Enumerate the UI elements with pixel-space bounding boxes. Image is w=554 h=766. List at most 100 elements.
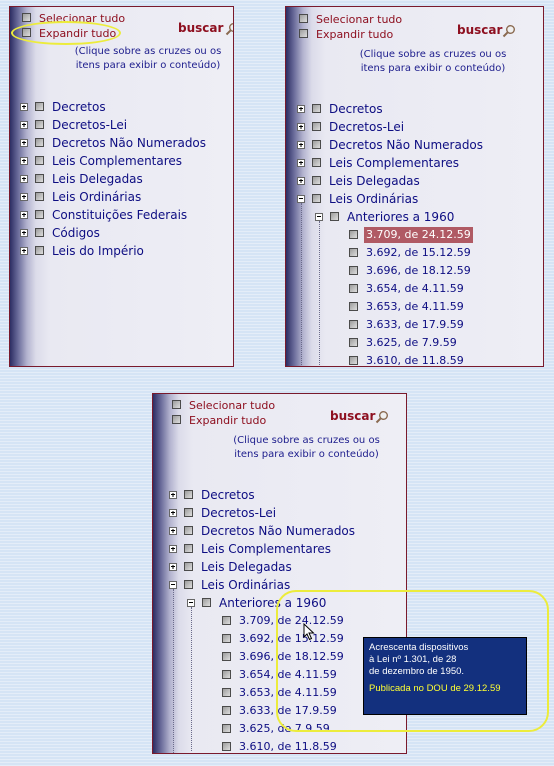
expand-plus-icon[interactable]	[20, 103, 28, 111]
category-checkbox[interactable]	[35, 138, 44, 147]
category-checkbox[interactable]	[184, 580, 193, 589]
category-checkbox[interactable]	[35, 192, 44, 201]
category-label[interactable]: Códigos	[52, 225, 100, 241]
law-checkbox[interactable]	[349, 230, 358, 239]
law-checkbox[interactable]	[222, 652, 231, 661]
category-label[interactable]: Decretos Não Numerados	[52, 135, 206, 151]
expand-plus-icon[interactable]	[20, 229, 28, 237]
category-label[interactable]: Decretos Não Numerados	[201, 523, 355, 539]
search-label[interactable]: buscar	[178, 21, 223, 35]
category-checkbox[interactable]	[35, 228, 44, 237]
law-label[interactable]: 3.625, de 7.9.59	[366, 335, 457, 351]
law-checkbox[interactable]	[349, 356, 358, 365]
category-label[interactable]: Leis Ordinárias	[201, 577, 290, 593]
category-checkbox[interactable]	[312, 122, 321, 131]
category-checkbox[interactable]	[184, 544, 193, 553]
expand-plus-icon[interactable]	[20, 175, 28, 183]
expand-plus-icon[interactable]	[169, 509, 177, 517]
category-checkbox[interactable]	[35, 174, 44, 183]
category-checkbox[interactable]	[184, 508, 193, 517]
category-label[interactable]: Constituições Federais	[52, 207, 187, 223]
category-checkbox[interactable]	[35, 246, 44, 255]
select-all-label[interactable]: Selecionar tudo	[316, 13, 402, 26]
expand-plus-icon[interactable]	[297, 177, 305, 185]
law-checkbox[interactable]	[222, 616, 231, 625]
law-checkbox[interactable]	[349, 284, 358, 293]
expand-plus-icon[interactable]	[297, 159, 305, 167]
subgroup-checkbox[interactable]	[330, 212, 339, 221]
expand-plus-icon[interactable]	[20, 193, 28, 201]
law-checkbox[interactable]	[222, 742, 231, 751]
law-checkbox[interactable]	[349, 248, 358, 257]
law-label[interactable]: 3.633, de 17.9.59	[366, 317, 464, 333]
expand-plus-icon[interactable]	[297, 141, 305, 149]
expand-plus-icon[interactable]	[169, 527, 177, 535]
category-checkbox[interactable]	[312, 104, 321, 113]
law-label[interactable]: 3.610, de 11.8.59	[239, 739, 337, 753]
collapse-minus-icon[interactable]	[315, 213, 323, 221]
search-button[interactable]: buscar	[330, 409, 388, 424]
expand-all-checkbox[interactable]	[172, 415, 181, 424]
law-label[interactable]: 3.709, de 24.12.59	[364, 227, 473, 243]
expand-plus-icon[interactable]	[297, 123, 305, 131]
expand-plus-icon[interactable]	[169, 491, 177, 499]
category-label[interactable]: Decretos-Lei	[52, 117, 127, 133]
category-checkbox[interactable]	[35, 102, 44, 111]
expand-all-label[interactable]: Expandir tudo	[316, 28, 393, 41]
collapse-minus-icon[interactable]	[187, 599, 195, 607]
law-label[interactable]: 3.653, de 4.11.59	[366, 299, 464, 315]
expand-plus-icon[interactable]	[20, 121, 28, 129]
search-label[interactable]: buscar	[457, 23, 502, 37]
law-label[interactable]: 3.610, de 11.8.59	[366, 353, 464, 366]
law-checkbox[interactable]	[349, 338, 358, 347]
category-label[interactable]: Leis do Império	[52, 243, 144, 259]
expand-plus-icon[interactable]	[20, 139, 28, 147]
select-all-checkbox[interactable]	[172, 400, 181, 409]
collapse-minus-icon[interactable]	[297, 195, 305, 203]
category-label[interactable]: Decretos-Lei	[201, 505, 276, 521]
law-checkbox[interactable]	[349, 266, 358, 275]
law-label[interactable]: 3.654, de 4.11.59	[366, 281, 464, 297]
expand-plus-icon[interactable]	[169, 545, 177, 553]
select-all-checkbox[interactable]	[299, 14, 308, 23]
law-checkbox[interactable]	[222, 724, 231, 733]
category-label[interactable]: Leis Delegadas	[329, 173, 420, 189]
law-checkbox[interactable]	[222, 634, 231, 643]
category-label[interactable]: Leis Ordinárias	[329, 191, 418, 207]
category-label[interactable]: Leis Complementares	[201, 541, 331, 557]
category-checkbox[interactable]	[184, 490, 193, 499]
category-label[interactable]: Decretos	[201, 487, 255, 503]
category-checkbox[interactable]	[184, 562, 193, 571]
category-checkbox[interactable]	[35, 156, 44, 165]
category-label[interactable]: Leis Ordinárias	[52, 189, 141, 205]
expand-plus-icon[interactable]	[20, 211, 28, 219]
law-checkbox[interactable]	[222, 688, 231, 697]
category-label[interactable]: Decretos Não Numerados	[329, 137, 483, 153]
category-label[interactable]: Leis Complementares	[329, 155, 459, 171]
category-label[interactable]: Decretos	[52, 99, 106, 115]
subgroup-label[interactable]: Anteriores a 1960	[347, 209, 454, 225]
select-all-checkbox[interactable]	[22, 13, 31, 22]
category-label[interactable]: Leis Delegadas	[52, 171, 143, 187]
law-checkbox[interactable]	[222, 670, 231, 679]
expand-plus-icon[interactable]	[169, 563, 177, 571]
subgroup-checkbox[interactable]	[202, 598, 211, 607]
search-button[interactable]: buscar	[457, 23, 515, 38]
law-checkbox[interactable]	[349, 320, 358, 329]
category-label[interactable]: Leis Delegadas	[201, 559, 292, 575]
law-label[interactable]: 3.696, de 18.12.59	[366, 263, 471, 279]
expand-plus-icon[interactable]	[297, 105, 305, 113]
law-checkbox[interactable]	[222, 706, 231, 715]
category-checkbox[interactable]	[312, 158, 321, 167]
select-all-label[interactable]: Selecionar tudo	[189, 399, 275, 412]
collapse-minus-icon[interactable]	[169, 581, 177, 589]
category-checkbox[interactable]	[184, 526, 193, 535]
category-label[interactable]: Leis Complementares	[52, 153, 182, 169]
category-checkbox[interactable]	[312, 140, 321, 149]
law-label[interactable]: 3.692, de 15.12.59	[366, 245, 471, 261]
expand-plus-icon[interactable]	[20, 247, 28, 255]
category-checkbox[interactable]	[312, 176, 321, 185]
search-button[interactable]: buscar	[178, 21, 233, 36]
search-label[interactable]: buscar	[330, 409, 375, 423]
category-checkbox[interactable]	[35, 120, 44, 129]
